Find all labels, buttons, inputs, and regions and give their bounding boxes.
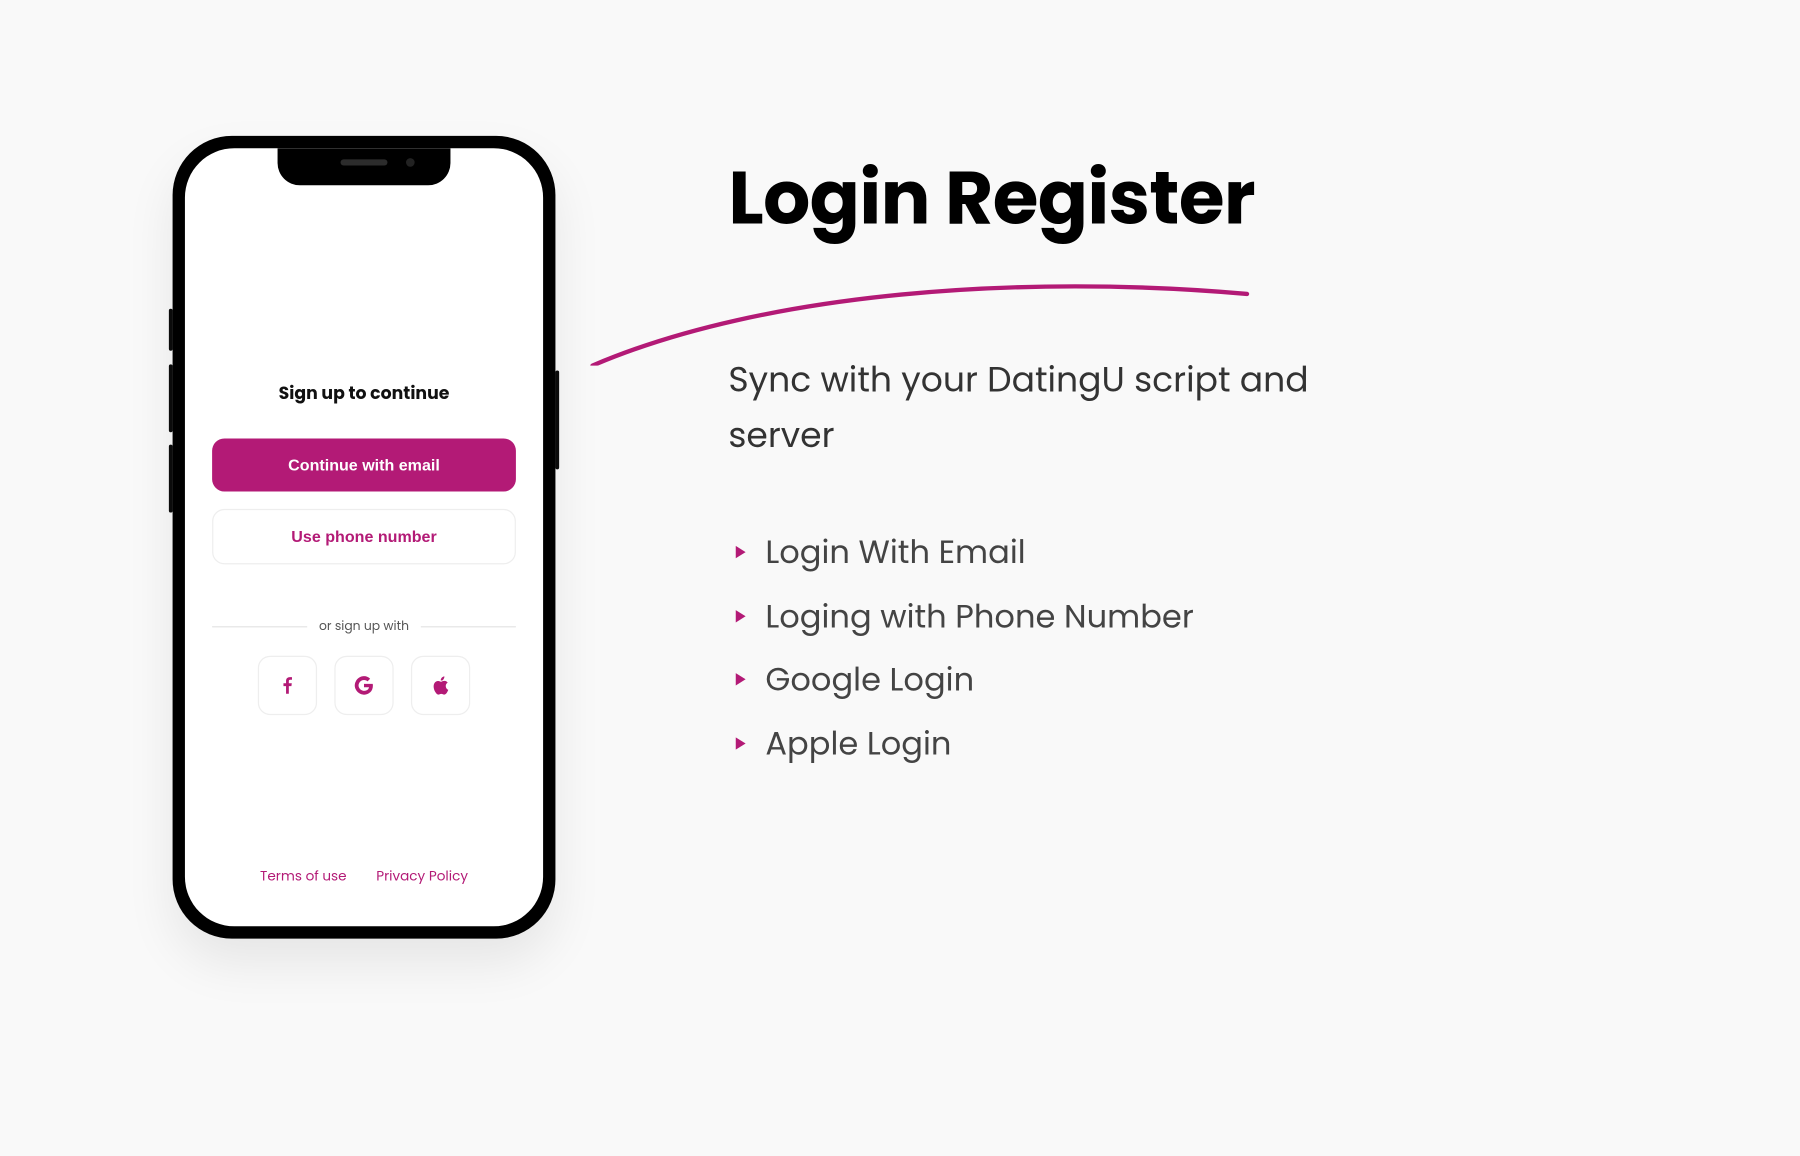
terms-link[interactable]: Terms of use [260,866,347,887]
continue-email-button[interactable]: Continue with email [212,438,516,491]
use-phone-button[interactable]: Use phone number [212,509,516,565]
underline-swoosh-icon [580,254,1272,365]
page-title: Login Register [728,142,1255,253]
facebook-icon [276,674,298,696]
list-item: Login With Email [736,531,1378,578]
apple-icon [429,674,451,696]
privacy-link[interactable]: Privacy Policy [376,866,468,887]
or-divider: or sign up with [212,616,516,636]
list-item: Google Login [736,659,1378,706]
list-item: Loging with Phone Number [736,595,1378,642]
or-label: or sign up with [319,616,409,636]
page-subtitle: Sync with your DatingU script and server [728,353,1370,464]
list-item: Apple Login [736,723,1378,770]
google-login-button[interactable] [334,656,393,715]
signup-heading: Sign up to continue [212,380,516,406]
apple-login-button[interactable] [411,656,470,715]
facebook-login-button[interactable] [258,656,317,715]
google-icon [353,674,375,696]
feature-slide: Sign up to continue Continue with email … [0,0,1800,1156]
phone-mockup: Sign up to continue Continue with email … [173,136,556,939]
phone-screen: Sign up to continue Continue with email … [185,148,543,926]
feature-list: Login With Email Loging with Phone Numbe… [736,531,1378,786]
